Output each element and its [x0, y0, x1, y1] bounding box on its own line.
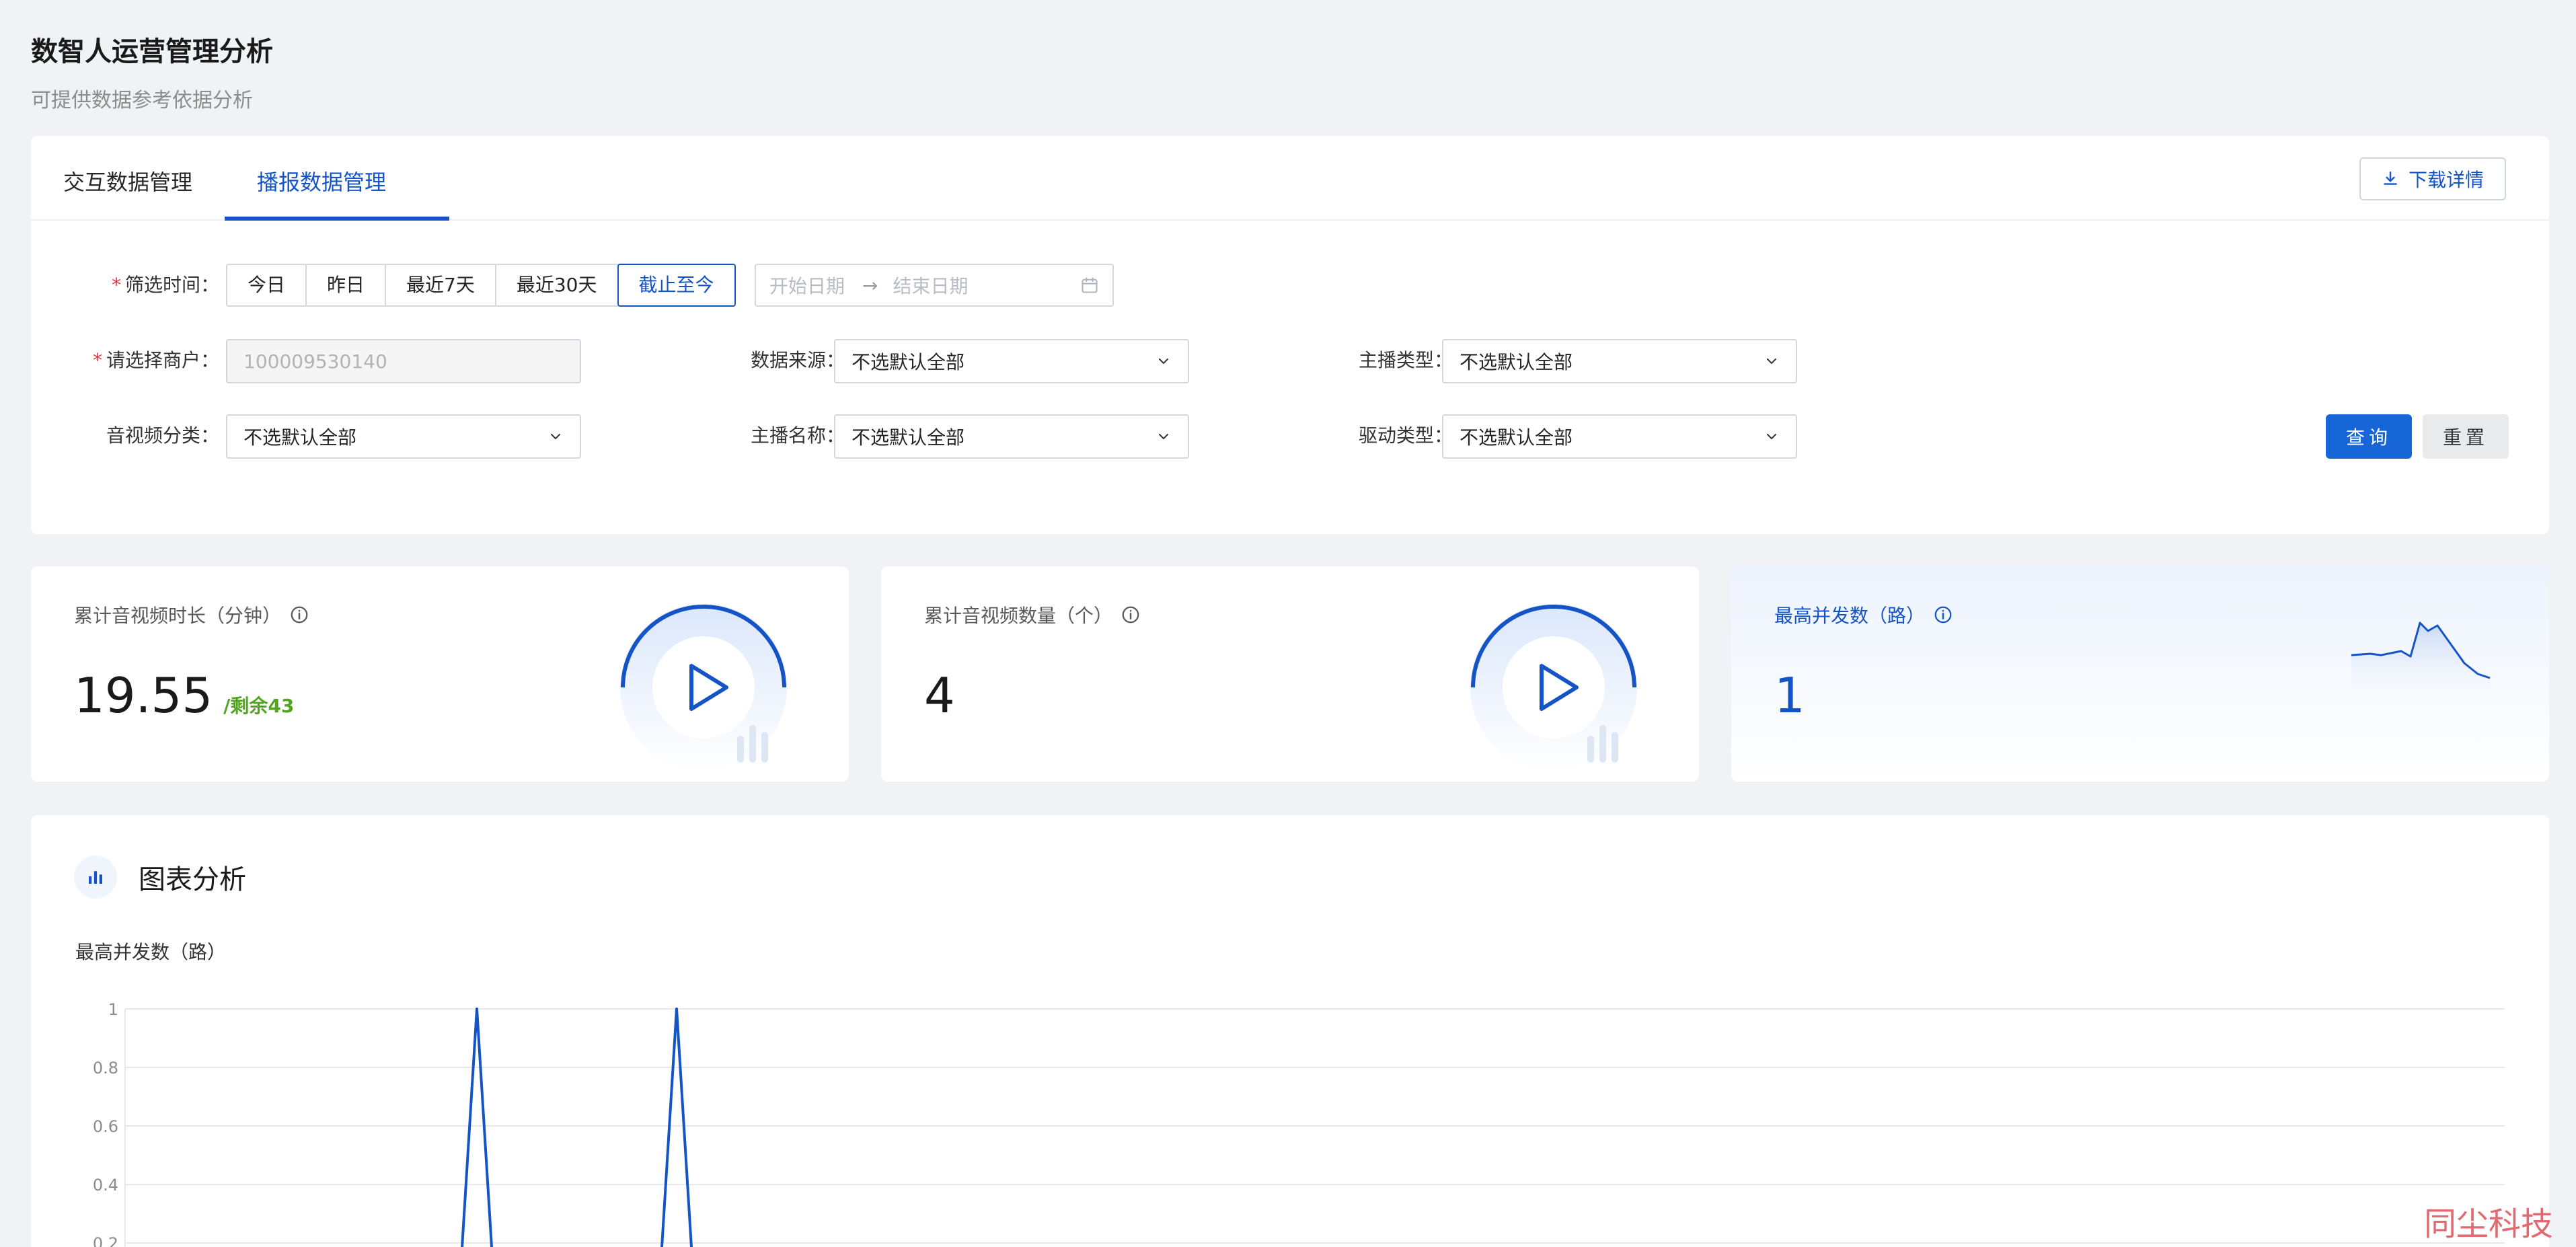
y-tick-label: 0.4	[93, 1176, 118, 1195]
chart-panel: 图表分析 最高并发数（路） 1 0.8 0.6 0.4 0.2	[31, 815, 2549, 1247]
stat-label: 累计音视频数量（个）	[924, 601, 1141, 628]
drive-type-select-value: 不选默认全部	[1460, 426, 1573, 449]
tab-interaction-data[interactable]: 交互数据管理	[63, 165, 192, 196]
seg-up-to-now[interactable]: 截止至今	[617, 264, 736, 307]
page-subtitle: 可提供数据参考依据分析	[31, 89, 253, 112]
date-range-picker[interactable]: 开始日期 → 结束日期	[755, 264, 1114, 307]
tab-broadcast-data[interactable]: 播报数据管理	[257, 165, 386, 196]
time-filter-label: * 筛选时间：	[111, 274, 219, 296]
anchor-name-select[interactable]: 不选默认全部	[834, 414, 1189, 459]
anchor-type-select-value: 不选默认全部	[1460, 351, 1573, 373]
chevron-down-icon	[1767, 434, 1776, 439]
info-icon[interactable]	[1121, 605, 1141, 625]
merchant-input[interactable]: 100009530140	[226, 339, 581, 383]
source-select-value: 不选默认全部	[851, 351, 965, 373]
chevron-down-icon	[1767, 358, 1776, 364]
play-icon	[620, 604, 787, 771]
concurrency-line-chart: 1 0.8 0.6 0.4 0.2	[93, 1000, 2505, 1247]
stat-card-concurrency: 最高并发数（路） 1	[1731, 566, 2549, 782]
chevron-down-icon	[551, 434, 560, 439]
sparkline-decoration	[2351, 621, 2491, 694]
calendar-icon	[1082, 277, 1098, 293]
page-title: 数智人运营管理分析	[31, 36, 273, 67]
required-mark: *	[111, 274, 121, 296]
source-select[interactable]: 不选默认全部	[834, 339, 1189, 383]
merchant-label: * 请选择商户：	[92, 349, 219, 371]
tab-bar: 交互数据管理 播报数据管理 下载详情	[31, 136, 2549, 221]
seg-last-30-days[interactable]: 最近30天	[494, 264, 619, 307]
play-icon	[1470, 604, 1637, 771]
y-tick-label: 0.8	[93, 1059, 118, 1078]
av-category-label: 音视频分类：	[106, 424, 219, 447]
series-line-0	[461, 1008, 693, 1247]
anchor-type-select[interactable]: 不选默认全部	[1442, 339, 1797, 383]
start-date-input[interactable]: 开始日期	[769, 272, 845, 299]
active-tab-indicator	[225, 217, 449, 221]
end-date-input[interactable]: 结束日期	[893, 272, 968, 299]
seg-yesterday[interactable]: 昨日	[305, 264, 387, 307]
drive-type-label: 驱动类型：	[1358, 424, 1453, 447]
time-range-segments: 今日 昨日 最近7天 最近30天 截止至今	[226, 264, 736, 307]
download-details-button[interactable]: 下载详情	[2359, 157, 2506, 200]
stat-card-count: 累计音视频数量（个） 4	[881, 566, 1699, 782]
source-label: 数据来源：	[750, 349, 845, 371]
av-category-select[interactable]: 不选默认全部	[226, 414, 581, 459]
stat-label: 累计音视频时长（分钟）	[74, 601, 309, 628]
chevron-down-icon	[1159, 434, 1168, 439]
stat-remaining: /剩余43	[223, 695, 295, 717]
required-mark: *	[92, 349, 102, 371]
seg-today[interactable]: 今日	[226, 264, 307, 307]
seg-last-7-days[interactable]: 最近7天	[385, 264, 496, 307]
info-icon[interactable]	[1933, 605, 1953, 625]
query-button[interactable]: 查询	[2326, 414, 2412, 459]
stat-value: 19.55/剩余43	[74, 667, 295, 724]
filter-panel: 交互数据管理 播报数据管理 下载详情 * 筛选时间： 今日 昨日 最近7天 最近3…	[31, 136, 2549, 534]
download-label: 下载详情	[2408, 169, 2484, 191]
page-header: 数智人运营管理分析 可提供数据参考依据分析	[31, 30, 273, 113]
av-category-select-value: 不选默认全部	[243, 426, 357, 449]
stat-value: 4	[924, 667, 955, 724]
y-tick-label: 0.2	[93, 1234, 118, 1247]
drive-type-select[interactable]: 不选默认全部	[1442, 414, 1797, 459]
stat-card-duration: 累计音视频时长（分钟） 19.55/剩余43	[31, 566, 849, 782]
range-arrow-icon: →	[862, 274, 878, 297]
anchor-name-select-value: 不选默认全部	[851, 426, 965, 449]
stat-value: 1	[1774, 667, 1805, 724]
info-icon[interactable]	[289, 605, 309, 625]
chevron-down-icon	[1159, 358, 1168, 364]
download-icon	[2384, 172, 2397, 185]
stat-label: 最高并发数（路）	[1774, 601, 1953, 628]
y-tick-label: 1	[108, 1000, 118, 1019]
anchor-name-label: 主播名称：	[750, 424, 845, 447]
y-tick-label: 0.6	[93, 1117, 118, 1136]
reset-button[interactable]: 重置	[2423, 414, 2509, 459]
anchor-type-label: 主播类型：	[1358, 349, 1453, 371]
watermark-text: 同尘科技	[2424, 1205, 2554, 1243]
